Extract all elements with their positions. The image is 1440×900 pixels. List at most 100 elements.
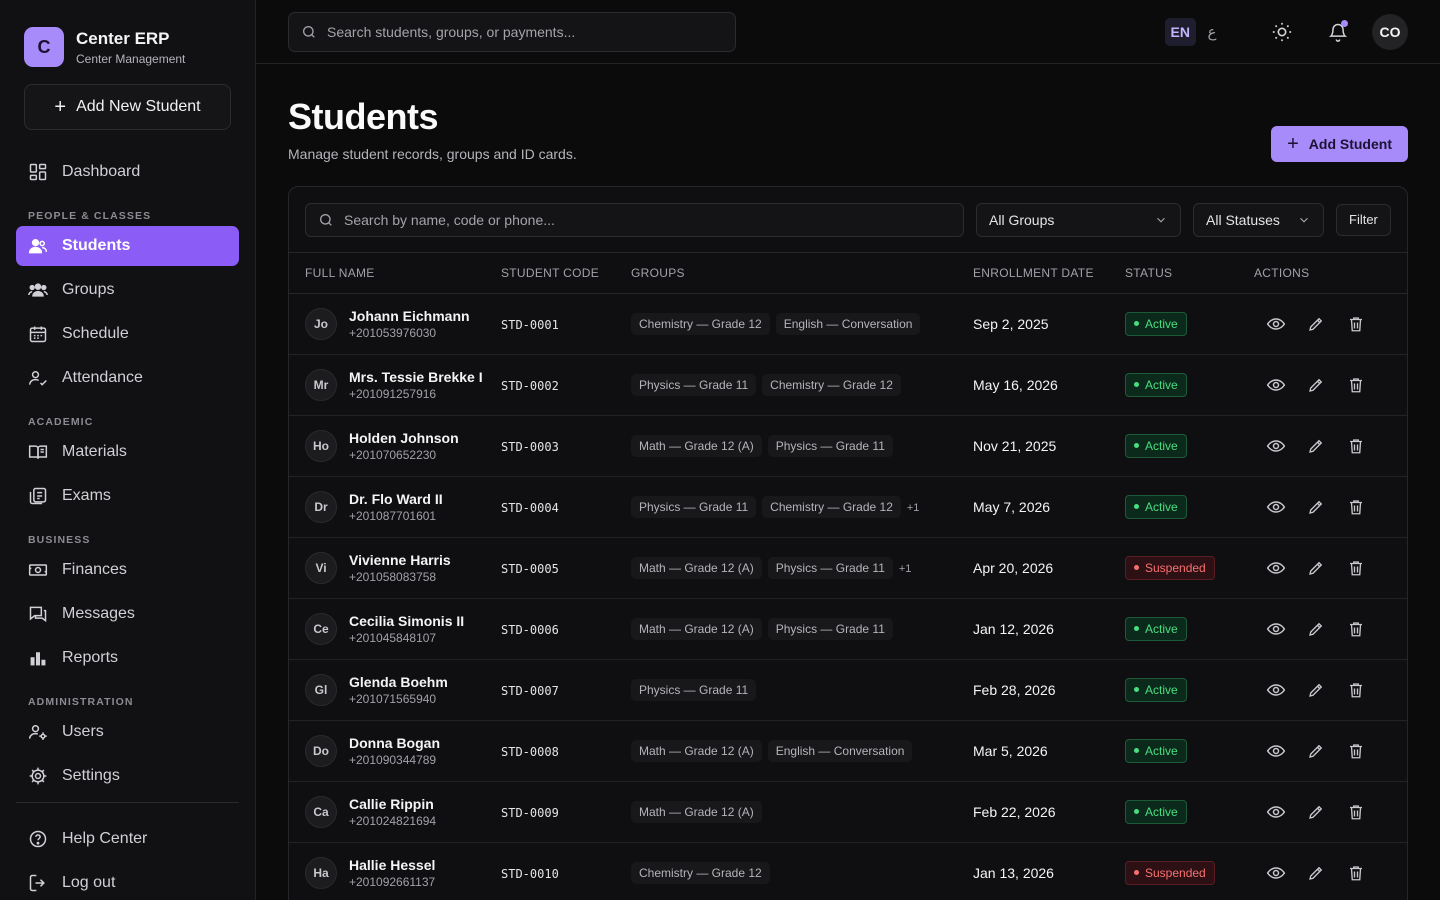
edit-button[interactable] (1306, 741, 1326, 761)
delete-button[interactable] (1346, 863, 1366, 883)
sidebar-item-users[interactable]: Users (16, 712, 239, 752)
brand-logo: C (24, 27, 64, 67)
avatar: Gl (305, 673, 337, 706)
notifications-button[interactable] (1318, 12, 1358, 52)
more-groups-count[interactable]: +1 (907, 502, 920, 514)
edit-button[interactable] (1306, 863, 1326, 883)
add-new-student-button[interactable]: + Add New Student (24, 84, 231, 130)
sidebar-item-finances[interactable]: Finances (16, 550, 239, 590)
student-name[interactable]: Hallie Hessel (349, 857, 435, 873)
status-select[interactable]: All Statuses (1193, 202, 1324, 237)
sidebar-item-messages[interactable]: Messages (16, 594, 239, 634)
delete-button[interactable] (1346, 802, 1366, 822)
student-code: STD-0001 (501, 317, 559, 332)
status-badge: Active (1125, 738, 1187, 763)
student-name[interactable]: Mrs. Tessie Brekke I (349, 369, 483, 385)
student-name[interactable]: Cecilia Simonis II (349, 613, 464, 629)
theme-toggle-button[interactable] (1262, 12, 1302, 52)
delete-button[interactable] (1346, 436, 1366, 456)
student-name[interactable]: Glenda Boehm (349, 674, 448, 690)
filter-button[interactable]: Filter (1336, 203, 1391, 236)
student-search-input[interactable]: Search by name, code or phone... (305, 202, 964, 237)
view-button[interactable] (1266, 619, 1286, 639)
view-button[interactable] (1266, 558, 1286, 578)
add-student-button[interactable]: + Add Student (1271, 126, 1408, 162)
sidebar-item-reports[interactable]: Reports (16, 638, 239, 678)
table-row[interactable]: Ca Callie Rippin +201024821694 STD-0009 … (289, 781, 1407, 842)
view-button[interactable] (1266, 741, 1286, 761)
group-chip: Chemistry — Grade 12 (762, 373, 901, 396)
status-label: Suspended (1145, 865, 1206, 880)
edit-button[interactable] (1306, 558, 1326, 578)
sidebar-item-materials[interactable]: Materials (16, 432, 239, 472)
view-button[interactable] (1266, 436, 1286, 456)
table-header-row: FULL NAME STUDENT CODE GROUPS ENROLLMENT… (289, 253, 1407, 294)
language-en-button[interactable]: EN (1164, 18, 1196, 46)
help-icon (29, 830, 47, 848)
table-row[interactable]: Do Donna Bogan +201090344789 STD-0008 Ma… (289, 720, 1407, 781)
table-row[interactable]: Ha Hallie Hessel +201092661137 STD-0010 … (289, 842, 1407, 900)
view-button[interactable] (1266, 375, 1286, 395)
delete-button[interactable] (1346, 314, 1366, 334)
table-row[interactable]: Ce Cecilia Simonis II +201045848107 STD-… (289, 598, 1407, 659)
enrollment-date: Jan 13, 2026 (973, 864, 1054, 881)
group-chip: Physics — Grade 11 (631, 495, 757, 518)
view-button[interactable] (1266, 802, 1286, 822)
sidebar-item-dashboard[interactable]: Dashboard (16, 152, 239, 192)
edit-button[interactable] (1306, 680, 1326, 700)
edit-button[interactable] (1306, 375, 1326, 395)
student-name[interactable]: Callie Rippin (349, 796, 436, 812)
sidebar-bottom: Help Center Log out (16, 802, 239, 900)
view-button[interactable] (1266, 863, 1286, 883)
table-row[interactable]: Mr Mrs. Tessie Brekke I +201091257916 ST… (289, 354, 1407, 415)
edit-button[interactable] (1306, 436, 1326, 456)
header-enrollment-date: ENROLLMENT DATE (973, 253, 1125, 294)
student-name[interactable]: Donna Bogan (349, 735, 440, 751)
pencil-icon (1309, 622, 1323, 636)
more-groups-count[interactable]: +1 (899, 563, 912, 575)
edit-button[interactable] (1306, 314, 1326, 334)
table-row[interactable]: Dr Dr. Flo Ward II +201087701601 STD-000… (289, 476, 1407, 537)
table-row[interactable]: Vi Vivienne Harris +201058083758 STD-000… (289, 537, 1407, 598)
sidebar-item-attendance[interactable]: Attendance (16, 358, 239, 398)
edit-button[interactable] (1306, 497, 1326, 517)
language-ar-button[interactable]: ع (1196, 23, 1228, 41)
plus-icon: + (1287, 133, 1299, 155)
table-row[interactable]: Gl Glenda Boehm +201071565940 STD-0007 P… (289, 659, 1407, 720)
user-avatar[interactable]: CO (1372, 14, 1408, 50)
student-name[interactable]: Vivienne Harris (349, 552, 451, 568)
sidebar-item-settings[interactable]: Settings (16, 756, 239, 796)
sidebar-item-schedule[interactable]: Schedule (16, 314, 239, 354)
sidebar-item-help-center[interactable]: Help Center (16, 819, 239, 859)
student-phone: +201087701601 (349, 508, 437, 523)
student-name[interactable]: Dr. Flo Ward II (349, 491, 443, 507)
status-dot (1134, 321, 1139, 326)
delete-button[interactable] (1346, 680, 1366, 700)
view-button[interactable] (1266, 314, 1286, 334)
edit-button[interactable] (1306, 619, 1326, 639)
table-row[interactable]: Ho Holden Johnson +201070652230 STD-0003… (289, 415, 1407, 476)
delete-button[interactable] (1346, 741, 1366, 761)
view-button[interactable] (1266, 497, 1286, 517)
delete-button[interactable] (1346, 497, 1366, 517)
status-select-value: All Statuses (1206, 211, 1280, 228)
delete-button[interactable] (1346, 375, 1366, 395)
table-row[interactable]: Jo Johann Eichmann +201053976030 STD-000… (289, 293, 1407, 354)
sidebar-item-log-out[interactable]: Log out (16, 863, 239, 900)
delete-button[interactable] (1346, 558, 1366, 578)
groups-select[interactable]: All Groups (976, 202, 1181, 237)
view-button[interactable] (1266, 680, 1286, 700)
student-name[interactable]: Johann Eichmann (349, 308, 470, 324)
sidebar-item-exams[interactable]: Exams (16, 476, 239, 516)
status-badge: Suspended (1125, 860, 1215, 885)
edit-button[interactable] (1306, 802, 1326, 822)
page-subtitle: Manage student records, groups and ID ca… (288, 146, 577, 162)
global-search-input[interactable]: Search students, groups, or payments... (288, 11, 736, 52)
sidebar-item-groups[interactable]: Groups (16, 270, 239, 310)
avatar: Ca (305, 795, 337, 828)
student-name[interactable]: Holden Johnson (349, 430, 459, 446)
delete-button[interactable] (1346, 619, 1366, 639)
header-full-name: FULL NAME (289, 253, 501, 294)
sidebar-item-students[interactable]: Students (16, 226, 239, 266)
brand-name: Center ERP (76, 28, 170, 48)
